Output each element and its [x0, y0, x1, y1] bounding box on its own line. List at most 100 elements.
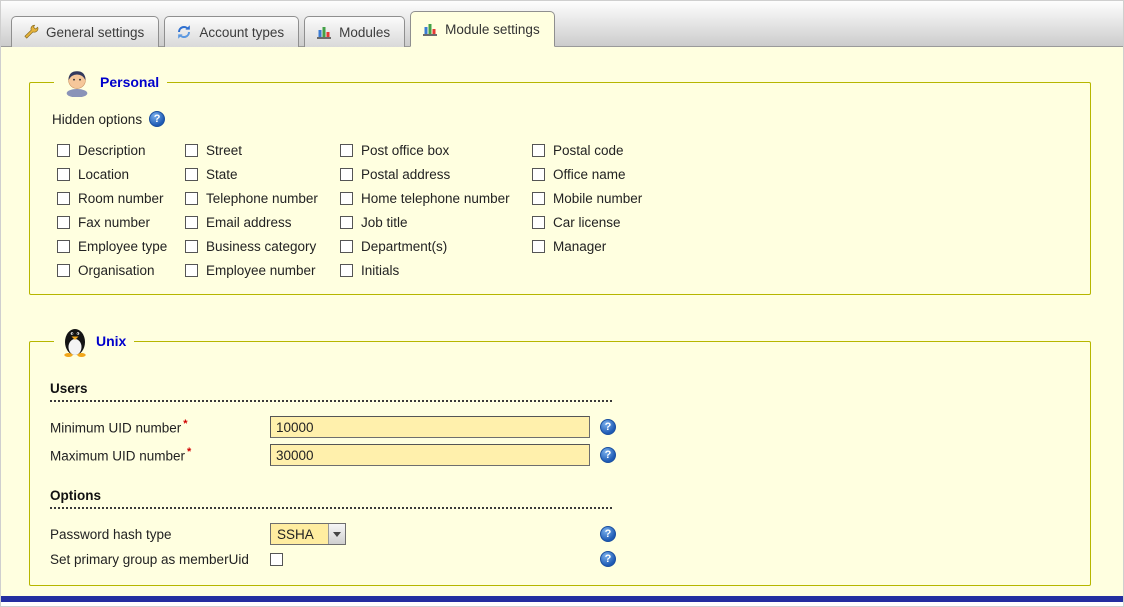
checkbox[interactable] [185, 144, 198, 157]
member-uid-label: Set primary group as memberUid [50, 552, 270, 567]
help-icon[interactable]: ? [600, 447, 616, 463]
checkbox[interactable] [340, 216, 353, 229]
help-icon[interactable]: ? [600, 551, 616, 567]
tab-module-settings[interactable]: Module settings [410, 11, 555, 47]
checkbox-label: Postal address [361, 167, 450, 182]
label-text: Maximum UID number [50, 449, 185, 464]
checkbox-label: Department(s) [361, 239, 447, 254]
help-icon[interactable]: ? [600, 526, 616, 542]
checkbox-label: Post office box [361, 143, 449, 158]
hidden-option-email-address[interactable]: Email address [185, 215, 340, 230]
hidden-option-office-name[interactable]: Office name [532, 167, 642, 182]
hidden-option-departments[interactable]: Department(s) [340, 239, 532, 254]
help-icon[interactable]: ? [149, 111, 165, 127]
checkbox[interactable] [57, 216, 70, 229]
hidden-option-business-category[interactable]: Business category [185, 239, 340, 254]
checkbox-label: Postal code [553, 143, 624, 158]
password-hash-select[interactable]: SSHA [270, 523, 346, 545]
checkbox[interactable] [532, 240, 545, 253]
max-uid-label: Maximum UID number* [50, 446, 270, 464]
max-uid-input[interactable] [270, 444, 590, 466]
member-uid-control [270, 553, 600, 566]
member-uid-checkbox[interactable] [270, 553, 283, 566]
hidden-option-manager[interactable]: Manager [532, 239, 642, 254]
hidden-option-telephone-number[interactable]: Telephone number [185, 191, 340, 206]
max-uid-row: Maximum UID number* ? [50, 444, 1070, 466]
hidden-option-postal-code[interactable]: Postal code [532, 143, 642, 158]
hidden-option-room-number[interactable]: Room number [57, 191, 185, 206]
hidden-option-car-license[interactable]: Car license [532, 215, 642, 230]
footer-gap [1, 602, 1123, 606]
checkbox-label: State [206, 167, 238, 182]
hidden-option-employee-type[interactable]: Employee type [57, 239, 185, 254]
tab-modules[interactable]: Modules [304, 16, 405, 47]
hidden-option-postal-address[interactable]: Postal address [340, 167, 532, 182]
checkbox-label: Home telephone number [361, 191, 510, 206]
sync-arrows-icon [176, 24, 192, 40]
checkbox[interactable] [340, 240, 353, 253]
checkbox[interactable] [185, 264, 198, 277]
unix-legend-label: Unix [96, 333, 126, 349]
checkbox[interactable] [340, 168, 353, 181]
hidden-option-initials[interactable]: Initials [340, 263, 532, 278]
checkbox[interactable] [340, 264, 353, 277]
checkbox-label: Car license [553, 215, 621, 230]
hidden-options-grid: Description Street Post office box Posta… [57, 143, 1070, 278]
chart-icon [316, 24, 332, 40]
hidden-option-post-office-box[interactable]: Post office box [340, 143, 532, 158]
personal-module-section: Personal Hidden options ? Description St… [29, 67, 1091, 295]
member-uid-row: Set primary group as memberUid ? [50, 551, 1070, 567]
hidden-option-employee-number[interactable]: Employee number [185, 263, 340, 278]
checkbox[interactable] [185, 192, 198, 205]
checkbox[interactable] [340, 192, 353, 205]
options-section-header: Options [50, 488, 612, 509]
password-hash-label: Password hash type [50, 527, 270, 542]
checkbox-label: Location [78, 167, 129, 182]
hidden-option-street[interactable]: Street [185, 143, 340, 158]
max-uid-control [270, 444, 600, 466]
checkbox-label: Employee number [206, 263, 316, 278]
chevron-down-icon[interactable] [328, 524, 345, 544]
hidden-option-location[interactable]: Location [57, 167, 185, 182]
checkbox-label: Fax number [78, 215, 150, 230]
checkbox-label: Room number [78, 191, 164, 206]
checkbox[interactable] [185, 240, 198, 253]
checkbox-label: Street [206, 143, 242, 158]
checkbox[interactable] [57, 192, 70, 205]
hidden-options-label: Hidden options [52, 112, 142, 127]
tab-label: General settings [46, 25, 144, 40]
tab-account-types[interactable]: Account types [164, 16, 299, 47]
hidden-option-mobile-number[interactable]: Mobile number [532, 191, 642, 206]
checkbox-label: Business category [206, 239, 316, 254]
checkbox[interactable] [185, 168, 198, 181]
checkbox[interactable] [57, 144, 70, 157]
required-marker: * [187, 446, 191, 458]
help-icon[interactable]: ? [600, 419, 616, 435]
checkbox[interactable] [532, 144, 545, 157]
checkbox[interactable] [57, 168, 70, 181]
min-uid-input[interactable] [270, 416, 590, 438]
checkbox[interactable] [532, 216, 545, 229]
checkbox[interactable] [532, 192, 545, 205]
unix-legend: Unix [54, 325, 134, 357]
chart-icon [422, 21, 438, 37]
password-hash-control: SSHA [270, 523, 600, 545]
hidden-options-row: Hidden options ? [52, 111, 1070, 127]
password-hash-row: Password hash type SSHA ? [50, 523, 1070, 545]
tab-label: Module settings [445, 22, 540, 37]
hidden-option-home-telephone-number[interactable]: Home telephone number [340, 191, 532, 206]
hidden-option-fax-number[interactable]: Fax number [57, 215, 185, 230]
checkbox[interactable] [532, 168, 545, 181]
hidden-option-job-title[interactable]: Job title [340, 215, 532, 230]
person-icon [62, 67, 92, 97]
checkbox[interactable] [57, 240, 70, 253]
checkbox-label: Employee type [78, 239, 167, 254]
tux-penguin-icon [62, 325, 88, 357]
checkbox[interactable] [57, 264, 70, 277]
hidden-option-organisation[interactable]: Organisation [57, 263, 185, 278]
hidden-option-description[interactable]: Description [57, 143, 185, 158]
tab-general-settings[interactable]: General settings [11, 16, 159, 47]
hidden-option-state[interactable]: State [185, 167, 340, 182]
checkbox[interactable] [340, 144, 353, 157]
checkbox[interactable] [185, 216, 198, 229]
